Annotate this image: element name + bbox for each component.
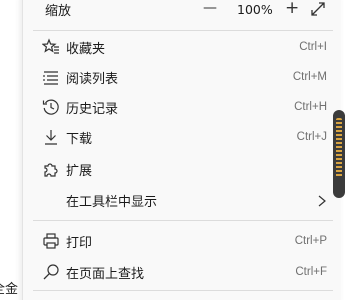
- extensions-icon: [41, 159, 61, 179]
- zoom-row: 缩放 — 100% +: [23, 0, 341, 24]
- expand-icon[interactable]: [311, 1, 325, 20]
- find-icon: [41, 262, 61, 282]
- menu-item-downloads[interactable]: 下载 Ctrl+J: [23, 122, 341, 152]
- menu-item-find-on-page[interactable]: 在页面上查找 Ctrl+F: [23, 257, 341, 287]
- page-text-peek: 全金: [0, 282, 19, 297]
- shortcut-text: Ctrl+M: [292, 71, 327, 83]
- menu-item-label: 扩展: [66, 163, 93, 179]
- scrollbar-thumb[interactable]: [333, 110, 345, 198]
- menu-item-label: 阅读列表: [66, 71, 119, 87]
- divider: [33, 220, 333, 221]
- shortcut-text: Ctrl+F: [295, 266, 327, 278]
- divider: [33, 30, 333, 31]
- zoom-in-button[interactable]: +: [285, 0, 299, 18]
- menu-item-label: 下载: [66, 131, 93, 147]
- shortcut-text: Ctrl+I: [299, 41, 327, 53]
- menu-item-label: 收藏夹: [66, 41, 106, 57]
- reading-list-icon: [41, 67, 61, 87]
- scrollbar-grip: [336, 118, 342, 178]
- shortcut-text: Ctrl+H: [294, 101, 327, 113]
- shortcut-text: Ctrl+P: [294, 235, 327, 247]
- shortcut-text: Ctrl+J: [296, 131, 327, 143]
- chevron-right-icon: [317, 193, 327, 212]
- menu-item-show-in-toolbar[interactable]: 在工具栏中显示: [23, 185, 341, 215]
- history-icon: [41, 97, 61, 117]
- menu-item-favorites[interactable]: 收藏夹 Ctrl+I: [23, 32, 341, 62]
- print-icon: [41, 231, 61, 251]
- download-icon: [41, 127, 61, 147]
- menu-item-label: 历史记录: [66, 101, 119, 117]
- browser-settings-menu: 缩放 — 100% + 收藏夹 Ctrl+I 阅读列表 Ctrl+M 历史记录 …: [22, 0, 341, 300]
- screen: 全金 缩放 — 100% + 收藏夹 Ctrl+I 阅读列表: [0, 0, 347, 300]
- menu-item-reading-list[interactable]: 阅读列表 Ctrl+M: [23, 62, 341, 92]
- zoom-out-button[interactable]: —: [203, 0, 217, 16]
- divider: [33, 290, 333, 291]
- menu-item-label: 在工具栏中显示: [66, 194, 158, 210]
- menu-item-history[interactable]: 历史记录 Ctrl+H: [23, 92, 341, 122]
- menu-item-label: 在页面上查找: [66, 266, 145, 282]
- menu-item-extensions[interactable]: 扩展: [23, 154, 341, 184]
- zoom-value: 100%: [237, 2, 273, 17]
- favorites-icon: [41, 37, 61, 57]
- menu-item-print[interactable]: 打印 Ctrl+P: [23, 226, 341, 256]
- zoom-label: 缩放: [45, 3, 72, 19]
- menu-item-label: 打印: [66, 235, 93, 251]
